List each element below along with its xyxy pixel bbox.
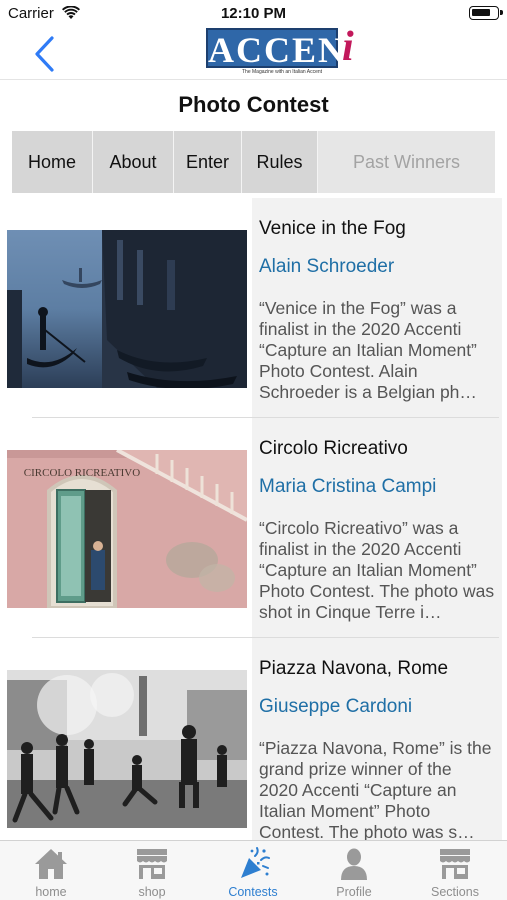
battery-icon [469, 6, 503, 20]
logo-word: ACCENT [208, 30, 373, 70]
tabbar-profile[interactable]: Profile [304, 841, 404, 900]
storefront-icon [440, 849, 470, 879]
tab-rules[interactable]: Rules [242, 131, 318, 193]
tabbar-label: shop [138, 885, 166, 899]
tabbar-sections[interactable]: Sections [405, 841, 505, 900]
entry-description: “Piazza Navona, Rome” is the grand prize… [259, 738, 492, 840]
tabbar-label: Contests [228, 885, 278, 899]
navona-photo-illustration [7, 670, 247, 828]
tab-past-winners[interactable]: Past Winners [318, 131, 495, 193]
screen: Carrier 12:10 PM ACCENT i The Magazine w… [0, 0, 507, 900]
circolo-photo-illustration: CIRCOLO RICREATIVO [7, 450, 247, 608]
entry-text: Piazza Navona, Rome Giuseppe Cardoni “Pi… [252, 638, 502, 840]
logo-tagline: The Magazine with an Italian Accent [242, 69, 323, 75]
list-item[interactable]: CIRCOLO RICREATIVO Circolo Ricreativo Ma… [0, 418, 507, 638]
tabbar-home[interactable]: home [1, 841, 101, 900]
person-icon [341, 848, 367, 880]
logo-box: ACCENT [206, 28, 373, 70]
tab-about[interactable]: About [93, 131, 174, 193]
entry-description: “Venice in the Fog” was a finalist in th… [259, 298, 477, 402]
back-button[interactable] [28, 32, 68, 76]
entry-photo-navona [7, 670, 247, 828]
tabbar-label: Sections [431, 885, 479, 899]
battery-level [472, 9, 490, 16]
entry-photo-circolo: CIRCOLO RICREATIVO [7, 450, 247, 608]
entry-photo-venice [7, 230, 247, 388]
clock: 12:10 PM [220, 5, 287, 22]
entries-list: Venice in the Fog Alain Schroeder “Venic… [0, 198, 507, 840]
venice-photo-illustration [7, 230, 247, 388]
accenti-logo: ACCENT i The Magazine with an Italian Ac… [206, 24, 373, 78]
entry-title: Circolo Ricreativo [259, 438, 408, 459]
entry-author: Alain Schroeder [259, 256, 395, 277]
battery-cap [500, 10, 503, 15]
entry-author: Maria Cristina Campi [259, 476, 437, 497]
tabbar-label: home [35, 885, 67, 899]
tabbar-contests[interactable]: Contests [203, 841, 303, 900]
entry-text: Venice in the Fog Alain Schroeder “Venic… [252, 198, 502, 418]
segment-tabs: Home About Enter Rules Past Winners [12, 131, 495, 193]
list-item[interactable]: Venice in the Fog Alain Schroeder “Venic… [0, 198, 507, 418]
list-item[interactable]: Piazza Navona, Rome Giuseppe Cardoni “Pi… [0, 638, 507, 840]
navigation-bar: ACCENT i The Magazine with an Italian Ac… [0, 24, 507, 80]
entry-description: “Circolo Ricreativo” was a finalist in t… [259, 518, 495, 622]
circolo-sign: CIRCOLO RICREATIVO [24, 467, 140, 479]
tabbar-label: Profile [336, 885, 372, 899]
bottom-tab-bar: home shop Contests Profile Sections [0, 840, 507, 900]
entry-text: Circolo Ricreativo Maria Cristina Campi … [252, 418, 502, 638]
tab-home[interactable]: Home [12, 131, 93, 193]
logo-letter-i: i [342, 24, 354, 70]
party-popper-icon [241, 847, 270, 878]
status-bar: Carrier 12:10 PM [0, 0, 507, 28]
storefront-icon [137, 849, 167, 879]
tabbar-shop[interactable]: shop [102, 841, 202, 900]
chevron-left-icon [35, 36, 54, 72]
page-title: Photo Contest [178, 92, 329, 117]
entry-title: Venice in the Fog [259, 218, 406, 239]
entry-author: Giuseppe Cardoni [259, 696, 413, 717]
entry-title: Piazza Navona, Rome [259, 658, 449, 679]
tab-enter[interactable]: Enter [174, 131, 242, 193]
house-icon [35, 849, 67, 879]
